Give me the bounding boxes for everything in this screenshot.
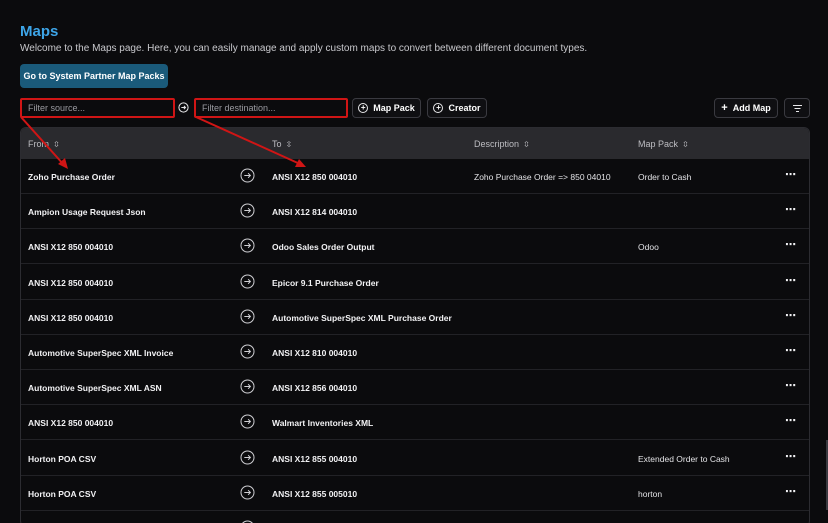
arrow-circle-right-icon: [240, 485, 255, 500]
to-cell: ANSI X12 810 004010: [272, 348, 358, 358]
filter-source-input[interactable]: [20, 98, 175, 118]
more-actions-icon[interactable]: ⋯: [785, 485, 796, 498]
more-actions-icon[interactable]: ⋯: [785, 379, 796, 392]
table-row[interactable]: Horton POA CSV ANSI X12 855 005010 horton ⋯: [21, 476, 809, 511]
from-cell: Horton POA CSV: [28, 453, 97, 464]
add-map-button[interactable]: + Add Map: [714, 98, 778, 118]
more-actions-icon[interactable]: ⋯: [785, 203, 796, 216]
arrow-circle-right-icon: [240, 450, 255, 465]
to-cell: ANSI X12 850 004010: [272, 172, 358, 182]
map-pack-filter-button[interactable]: + Map Pack: [352, 98, 421, 118]
more-actions-icon[interactable]: ⋯: [785, 450, 796, 463]
more-actions-icon[interactable]: ⋯: [785, 238, 796, 251]
table-row[interactable]: ANSI X12 850 004010 Odoo Sales Order Outp…: [21, 229, 809, 265]
sort-icon: ⇳: [53, 139, 60, 149]
more-actions-icon[interactable]: ⋯: [785, 344, 796, 357]
header-label: Map Pack: [638, 139, 679, 149]
creator-filter-button[interactable]: + Creator: [427, 98, 487, 118]
sort-icon: ⇳: [682, 139, 689, 149]
maps-table: From ⇳ To ⇳ Description ⇳ Map Pack ⇳ Zoh…: [20, 127, 810, 523]
table-row[interactable]: Zoho Purchase Order ANSI X12 850 004010 Zo…: [21, 159, 809, 194]
arrow-circle-right-icon: [240, 203, 255, 218]
to-cell: Odoo Sales Order Output: [272, 242, 375, 253]
column-header-to[interactable]: To ⇳: [272, 139, 292, 149]
from-cell: ANSI X12 850 004010: [28, 418, 114, 429]
arrow-circle-right-icon: [240, 168, 255, 183]
table-row[interactable]: Ampion Usage Request Json ANSI X12 814 00…: [21, 194, 809, 230]
map-pack-cell: Order to Cash: [638, 172, 692, 182]
filter-destination-input[interactable]: [194, 98, 348, 118]
from-cell: Automotive SuperSpec XML Invoice: [28, 348, 174, 358]
arrow-circle-right-icon: [240, 274, 255, 289]
more-actions-icon[interactable]: ⋯: [785, 414, 796, 427]
table-row[interactable]: ⋯: [21, 511, 809, 523]
to-cell: ANSI X12 856 004010: [272, 383, 358, 394]
filter-lines-icon: [792, 104, 802, 112]
header-label: To: [272, 139, 282, 149]
table-row[interactable]: Automotive SuperSpec XML Invoice ANSI X12…: [21, 335, 809, 370]
map-pack-cell: Extended Order to Cash: [638, 453, 730, 464]
system-partner-map-packs-button[interactable]: Go to System Partner Map Packs: [20, 64, 168, 88]
from-cell: Zoho Purchase Order: [28, 172, 115, 182]
table-row[interactable]: Horton POA CSV ANSI X12 855 004010 Extende…: [21, 441, 809, 476]
header-label: From: [28, 139, 49, 149]
to-cell: Walmart Inventories XML: [272, 418, 374, 429]
table-row[interactable]: ANSI X12 850 004010 Epicor 9.1 Purchase O…: [21, 265, 809, 300]
arrow-circle-right-icon: [240, 309, 255, 324]
column-header-description[interactable]: Description ⇳: [474, 139, 530, 149]
page-title: Maps: [20, 23, 59, 40]
plus-circle-icon: +: [358, 103, 369, 113]
more-actions-icon[interactable]: ⋯: [785, 274, 796, 287]
map-pack-cell: horton: [638, 488, 663, 499]
to-cell: ANSI X12 855 005010: [272, 488, 358, 499]
sort-icon: ⇳: [523, 139, 530, 149]
plus-circle-icon: +: [433, 103, 444, 113]
map-pack-cell: Odoo: [638, 242, 659, 253]
from-cell: Automotive SuperSpec XML ASN: [28, 383, 162, 394]
sort-icon: ⇳: [285, 139, 293, 149]
to-cell: ANSI X12 855 004010: [272, 453, 358, 464]
to-cell: Epicor 9.1 Purchase Order: [272, 277, 379, 288]
description-cell: Zoho Purchase Order => 850 04010: [474, 172, 611, 182]
arrow-circle-right-icon: [240, 344, 255, 359]
arrow-circle-right-icon: [240, 379, 255, 394]
map-pack-label: Map Pack: [373, 103, 415, 113]
table-row[interactable]: ANSI X12 850 004010 Automotive SuperSpec …: [21, 300, 809, 335]
from-cell: Ampion Usage Request Json: [28, 207, 146, 218]
column-header-from[interactable]: From ⇳: [28, 139, 60, 149]
view-options-button[interactable]: [784, 98, 810, 118]
from-cell: ANSI X12 850 004010: [28, 242, 114, 253]
arrow-circle-right-icon: [240, 414, 255, 429]
header-label: Description: [474, 139, 520, 149]
plus-icon: +: [721, 102, 728, 114]
table-row[interactable]: ANSI X12 850 004010 Walmart Inventories X…: [21, 405, 809, 441]
creator-label: Creator: [448, 103, 481, 113]
arrow-circle-right-icon[interactable]: [178, 102, 189, 113]
more-actions-icon[interactable]: ⋯: [785, 309, 796, 322]
from-cell: Horton POA CSV: [28, 488, 97, 499]
page-subtitle: Welcome to the Maps page. Here, you can …: [20, 43, 588, 54]
arrow-circle-right-icon: [240, 238, 255, 253]
from-cell: ANSI X12 850 004010: [28, 312, 114, 323]
table-row[interactable]: Automotive SuperSpec XML ASN ANSI X12 856…: [21, 370, 809, 406]
from-cell: ANSI X12 850 004010: [28, 277, 114, 288]
more-actions-icon[interactable]: ⋯: [785, 168, 796, 181]
table-header: From ⇳ To ⇳ Description ⇳ Map Pack ⇳: [21, 128, 809, 159]
add-map-label: Add Map: [732, 103, 771, 113]
to-cell: ANSI X12 814 004010: [272, 207, 358, 218]
to-cell: Automotive SuperSpec XML Purchase Order: [272, 312, 452, 323]
maps-page: Maps Welcome to the Maps page. Here, you…: [20, 0, 810, 523]
column-header-map-pack[interactable]: Map Pack ⇳: [638, 139, 689, 149]
